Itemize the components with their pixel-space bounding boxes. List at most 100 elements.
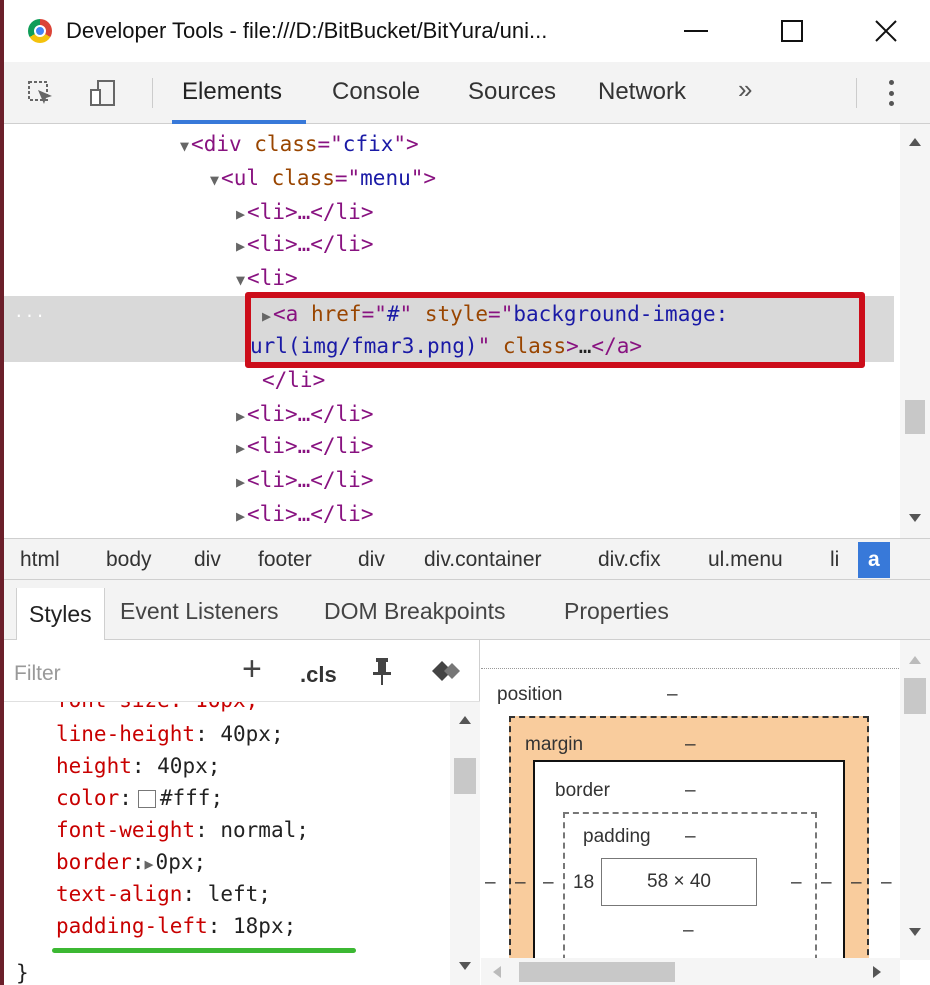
scroll-thumb[interactable] (904, 678, 926, 714)
scroll-down-icon[interactable] (909, 928, 921, 936)
dom-node-li[interactable]: ▶<li>…</li> (236, 430, 373, 463)
scroll-thumb[interactable] (905, 400, 925, 434)
dom-node-ul-menu[interactable]: ▼<ul class="menu"> (210, 162, 436, 195)
breadcrumb: html body div footer div div.container d… (4, 538, 930, 580)
content-size[interactable]: 58 × 40 (601, 858, 757, 906)
sidebar-tabs: Styles Event Listeners DOM Breakpoints P… (4, 580, 930, 640)
padding-label: padding (583, 826, 651, 847)
breadcrumb-a[interactable]: a (858, 542, 890, 578)
padding-right-value[interactable]: – (791, 872, 802, 894)
position-label: position (497, 684, 563, 705)
tab-console[interactable]: Console (332, 78, 420, 106)
border-label: border (555, 780, 610, 801)
color-swatch[interactable] (137, 790, 156, 808)
box-model-divider (481, 668, 901, 669)
css-declaration[interactable]: font-weight: normal; (56, 814, 309, 846)
styles-filter-row: Filter + .cls (4, 640, 480, 702)
padding-top-value[interactable]: – (685, 826, 696, 848)
dom-node-div-cfix[interactable]: ▼<div class="cfix"> (180, 128, 419, 161)
css-rule-body: font-size: 16px; line-height: 40px; heig… (4, 702, 454, 985)
css-declaration-padding-left[interactable]: padding-left: 18px; (56, 910, 296, 942)
scroll-down-icon[interactable] (459, 962, 471, 970)
close-button[interactable] (856, 10, 916, 52)
tab-elements[interactable]: Elements (182, 78, 282, 106)
breadcrumb-div[interactable]: div (194, 548, 221, 572)
box-model-pane: position – margin – border – padding – 5… (481, 640, 930, 985)
tab-sources[interactable]: Sources (468, 78, 556, 106)
minimize-button[interactable] (666, 10, 726, 52)
scroll-right-icon[interactable] (873, 966, 881, 978)
css-declaration-partial: font-size: 16px; (56, 702, 258, 716)
scroll-up-icon[interactable] (909, 138, 921, 146)
scroll-left-icon[interactable] (493, 966, 501, 978)
box-model-scrollbar[interactable] (900, 640, 930, 960)
maximize-icon (781, 20, 803, 42)
title-bar: Developer Tools - file:///D:/BitBucket/B… (4, 0, 930, 62)
breadcrumb-ul-menu[interactable]: ul.menu (708, 548, 783, 572)
position-right-value[interactable]: – (881, 872, 892, 894)
inspect-element-icon[interactable] (26, 78, 56, 108)
scroll-up-icon[interactable] (459, 716, 471, 724)
more-tabs-icon[interactable]: » (738, 74, 752, 105)
tab-dom-breakpoints[interactable]: DOM Breakpoints (324, 598, 506, 625)
css-rule-close-brace: } (16, 961, 29, 985)
scroll-thumb[interactable] (454, 758, 476, 794)
css-declaration[interactable]: color: #fff; (56, 782, 223, 814)
css-declaration[interactable]: border:▶0px; (56, 846, 206, 880)
padding-bottom-value[interactable]: – (683, 920, 694, 942)
breadcrumb-body[interactable]: body (106, 548, 152, 572)
dom-node-li-close[interactable]: </li> (262, 364, 325, 397)
breadcrumb-div[interactable]: div (358, 548, 385, 572)
breadcrumb-footer[interactable]: footer (258, 548, 312, 572)
tab-styles[interactable]: Styles (16, 588, 105, 640)
border-top-value[interactable]: – (685, 780, 696, 802)
padding-left-value[interactable]: 18 (573, 872, 594, 894)
margin-left-value[interactable]: – (515, 872, 526, 894)
box-model-horizontal-scrollbar[interactable] (481, 958, 900, 985)
scroll-thumb[interactable] (519, 962, 675, 982)
chrome-icon (28, 19, 52, 43)
breadcrumb-html[interactable]: html (20, 548, 60, 572)
dom-node-li[interactable]: ▶<li>…</li> (236, 196, 373, 229)
dom-node-li[interactable]: ▶<li>…</li> (236, 228, 373, 261)
minimize-icon (684, 30, 708, 32)
css-declaration[interactable]: height: 40px; (56, 750, 220, 782)
css-declaration[interactable]: line-height: 40px; (56, 718, 284, 750)
pin-icon[interactable] (370, 656, 394, 686)
expand-shorthand-icon[interactable]: ▶ (145, 855, 154, 873)
cls-button[interactable]: .cls (300, 662, 337, 688)
filter-input[interactable]: Filter (14, 662, 61, 686)
border-left-value[interactable]: – (543, 872, 554, 894)
close-icon (875, 20, 897, 42)
devtools-toolbar: Elements Console Sources Network » (4, 62, 930, 124)
margin-right-value[interactable]: – (851, 872, 862, 894)
kebab-menu-icon[interactable] (888, 80, 894, 106)
margin-top-value[interactable]: – (685, 734, 696, 756)
breadcrumb-li[interactable]: li (830, 548, 839, 572)
dom-node-li-open[interactable]: ▼<li> (236, 262, 298, 295)
css-declaration[interactable]: text-align: left; (56, 878, 271, 910)
toolbar-separator (152, 78, 153, 108)
scroll-up-icon[interactable] (909, 656, 921, 664)
styles-scrollbar[interactable] (450, 702, 480, 985)
dom-node-li[interactable]: ▶<li>…</li> (236, 464, 373, 497)
tab-properties[interactable]: Properties (564, 598, 669, 625)
maximize-button[interactable] (762, 10, 822, 52)
dom-node-li[interactable]: ▶<li>…</li> (236, 498, 373, 531)
breadcrumb-div-container[interactable]: div.container (424, 548, 542, 572)
scroll-down-icon[interactable] (909, 514, 921, 522)
position-left-value[interactable]: – (485, 872, 496, 894)
breadcrumb-div-cfix[interactable]: div.cfix (598, 548, 661, 572)
device-toolbar-icon[interactable] (88, 78, 118, 108)
computed-style-toggle-icon[interactable] (428, 656, 462, 686)
position-value[interactable]: – (667, 684, 678, 706)
dom-node-li[interactable]: ▶<li>…</li> (236, 398, 373, 431)
border-right-value[interactable]: – (821, 872, 832, 894)
highlight-annotation-box (245, 292, 865, 368)
dom-tree: ... ▼<div class="cfix"> ▼<ul class="menu… (4, 124, 930, 538)
dom-scrollbar[interactable] (900, 124, 930, 538)
tab-event-listeners[interactable]: Event Listeners (120, 598, 279, 625)
selected-node-dots[interactable]: ... (14, 302, 46, 321)
tab-network[interactable]: Network (598, 78, 686, 106)
new-style-rule-icon[interactable]: + (242, 650, 262, 689)
